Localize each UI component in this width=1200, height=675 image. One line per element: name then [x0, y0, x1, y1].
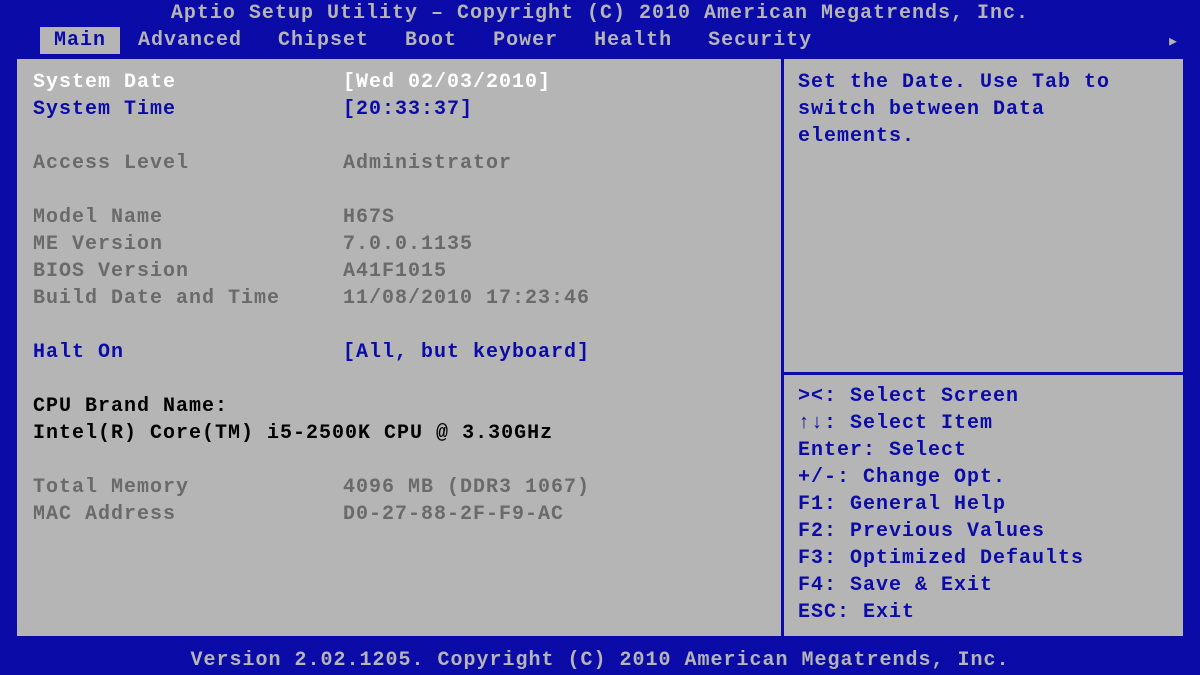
- help-key-save-exit: F4: Save & Exit: [798, 572, 1169, 599]
- system-date-label: System Date: [33, 69, 343, 96]
- tab-main[interactable]: Main: [40, 27, 120, 54]
- help-key-select-item: ↑↓: Select Item: [798, 410, 1169, 437]
- footer-text: Version 2.02.1205. Copyright (C) 2010 Am…: [0, 647, 1200, 675]
- main-panel: System Date [Wed 02/03/2010] System Time…: [14, 56, 781, 639]
- build-date-row: Build Date and Time 11/08/2010 17:23:46: [33, 285, 765, 312]
- help-key-change-opt: +/-: Change Opt.: [798, 464, 1169, 491]
- tab-chipset[interactable]: Chipset: [260, 29, 387, 52]
- help-keys: ><: Select Screen ↑↓: Select Item Enter:…: [798, 383, 1169, 626]
- system-date-value[interactable]: [Wed 02/03/2010]: [343, 69, 551, 96]
- help-description: Set the Date. Use Tab to switch between …: [798, 69, 1169, 150]
- system-date-row[interactable]: System Date [Wed 02/03/2010]: [33, 69, 765, 96]
- mac-address-value: D0-27-88-2F-F9-AC: [343, 501, 564, 528]
- help-key-select-screen: ><: Select Screen: [798, 383, 1169, 410]
- system-time-label: System Time: [33, 96, 343, 123]
- tab-security[interactable]: Security: [690, 29, 830, 52]
- cpu-brand-value: Intel(R) Core(TM) i5-2500K CPU @ 3.30GHz: [33, 420, 765, 447]
- tab-advanced[interactable]: Advanced: [120, 29, 260, 52]
- help-key-general-help: F1: General Help: [798, 491, 1169, 518]
- bios-version-value: A41F1015: [343, 258, 447, 285]
- tab-bar: Main Advanced Chipset Boot Power Health …: [0, 26, 1200, 54]
- build-date-label: Build Date and Time: [33, 285, 343, 312]
- help-key-previous-values: F2: Previous Values: [798, 518, 1169, 545]
- access-level-value: Administrator: [343, 150, 512, 177]
- halt-on-row[interactable]: Halt On [All, but keyboard]: [33, 339, 765, 366]
- tab-health[interactable]: Health: [576, 29, 690, 52]
- model-name-label: Model Name: [33, 204, 343, 231]
- access-level-row: Access Level Administrator: [33, 150, 765, 177]
- system-time-value[interactable]: [20:33:37]: [343, 96, 473, 123]
- tab-power[interactable]: Power: [475, 29, 576, 52]
- mac-address-row: MAC Address D0-27-88-2F-F9-AC: [33, 501, 765, 528]
- bios-version-row: BIOS Version A41F1015: [33, 258, 765, 285]
- header-title: Aptio Setup Utility – Copyright (C) 2010…: [0, 0, 1200, 26]
- bios-version-label: BIOS Version: [33, 258, 343, 285]
- me-version-value: 7.0.0.1135: [343, 231, 473, 258]
- build-date-value: 11/08/2010 17:23:46: [343, 285, 590, 312]
- access-level-label: Access Level: [33, 150, 343, 177]
- help-key-enter: Enter: Select: [798, 437, 1169, 464]
- halt-on-value[interactable]: [All, but keyboard]: [343, 339, 590, 366]
- system-time-row[interactable]: System Time [20:33:37]: [33, 96, 765, 123]
- halt-on-label: Halt On: [33, 339, 343, 366]
- help-panel: Set the Date. Use Tab to switch between …: [781, 56, 1186, 639]
- me-version-label: ME Version: [33, 231, 343, 258]
- cpu-brand-label: CPU Brand Name:: [33, 393, 765, 420]
- help-divider: [784, 372, 1183, 375]
- total-memory-value: 4096 MB (DDR3 1067): [343, 474, 590, 501]
- me-version-row: ME Version 7.0.0.1135: [33, 231, 765, 258]
- model-name-value: H67S: [343, 204, 395, 231]
- tab-scroll-right-icon[interactable]: ▸: [1167, 28, 1180, 54]
- help-key-optimized-defaults: F3: Optimized Defaults: [798, 545, 1169, 572]
- total-memory-row: Total Memory 4096 MB (DDR3 1067): [33, 474, 765, 501]
- mac-address-label: MAC Address: [33, 501, 343, 528]
- help-key-esc-exit: ESC: Exit: [798, 599, 1169, 626]
- total-memory-label: Total Memory: [33, 474, 343, 501]
- model-name-row: Model Name H67S: [33, 204, 765, 231]
- tab-boot[interactable]: Boot: [387, 29, 475, 52]
